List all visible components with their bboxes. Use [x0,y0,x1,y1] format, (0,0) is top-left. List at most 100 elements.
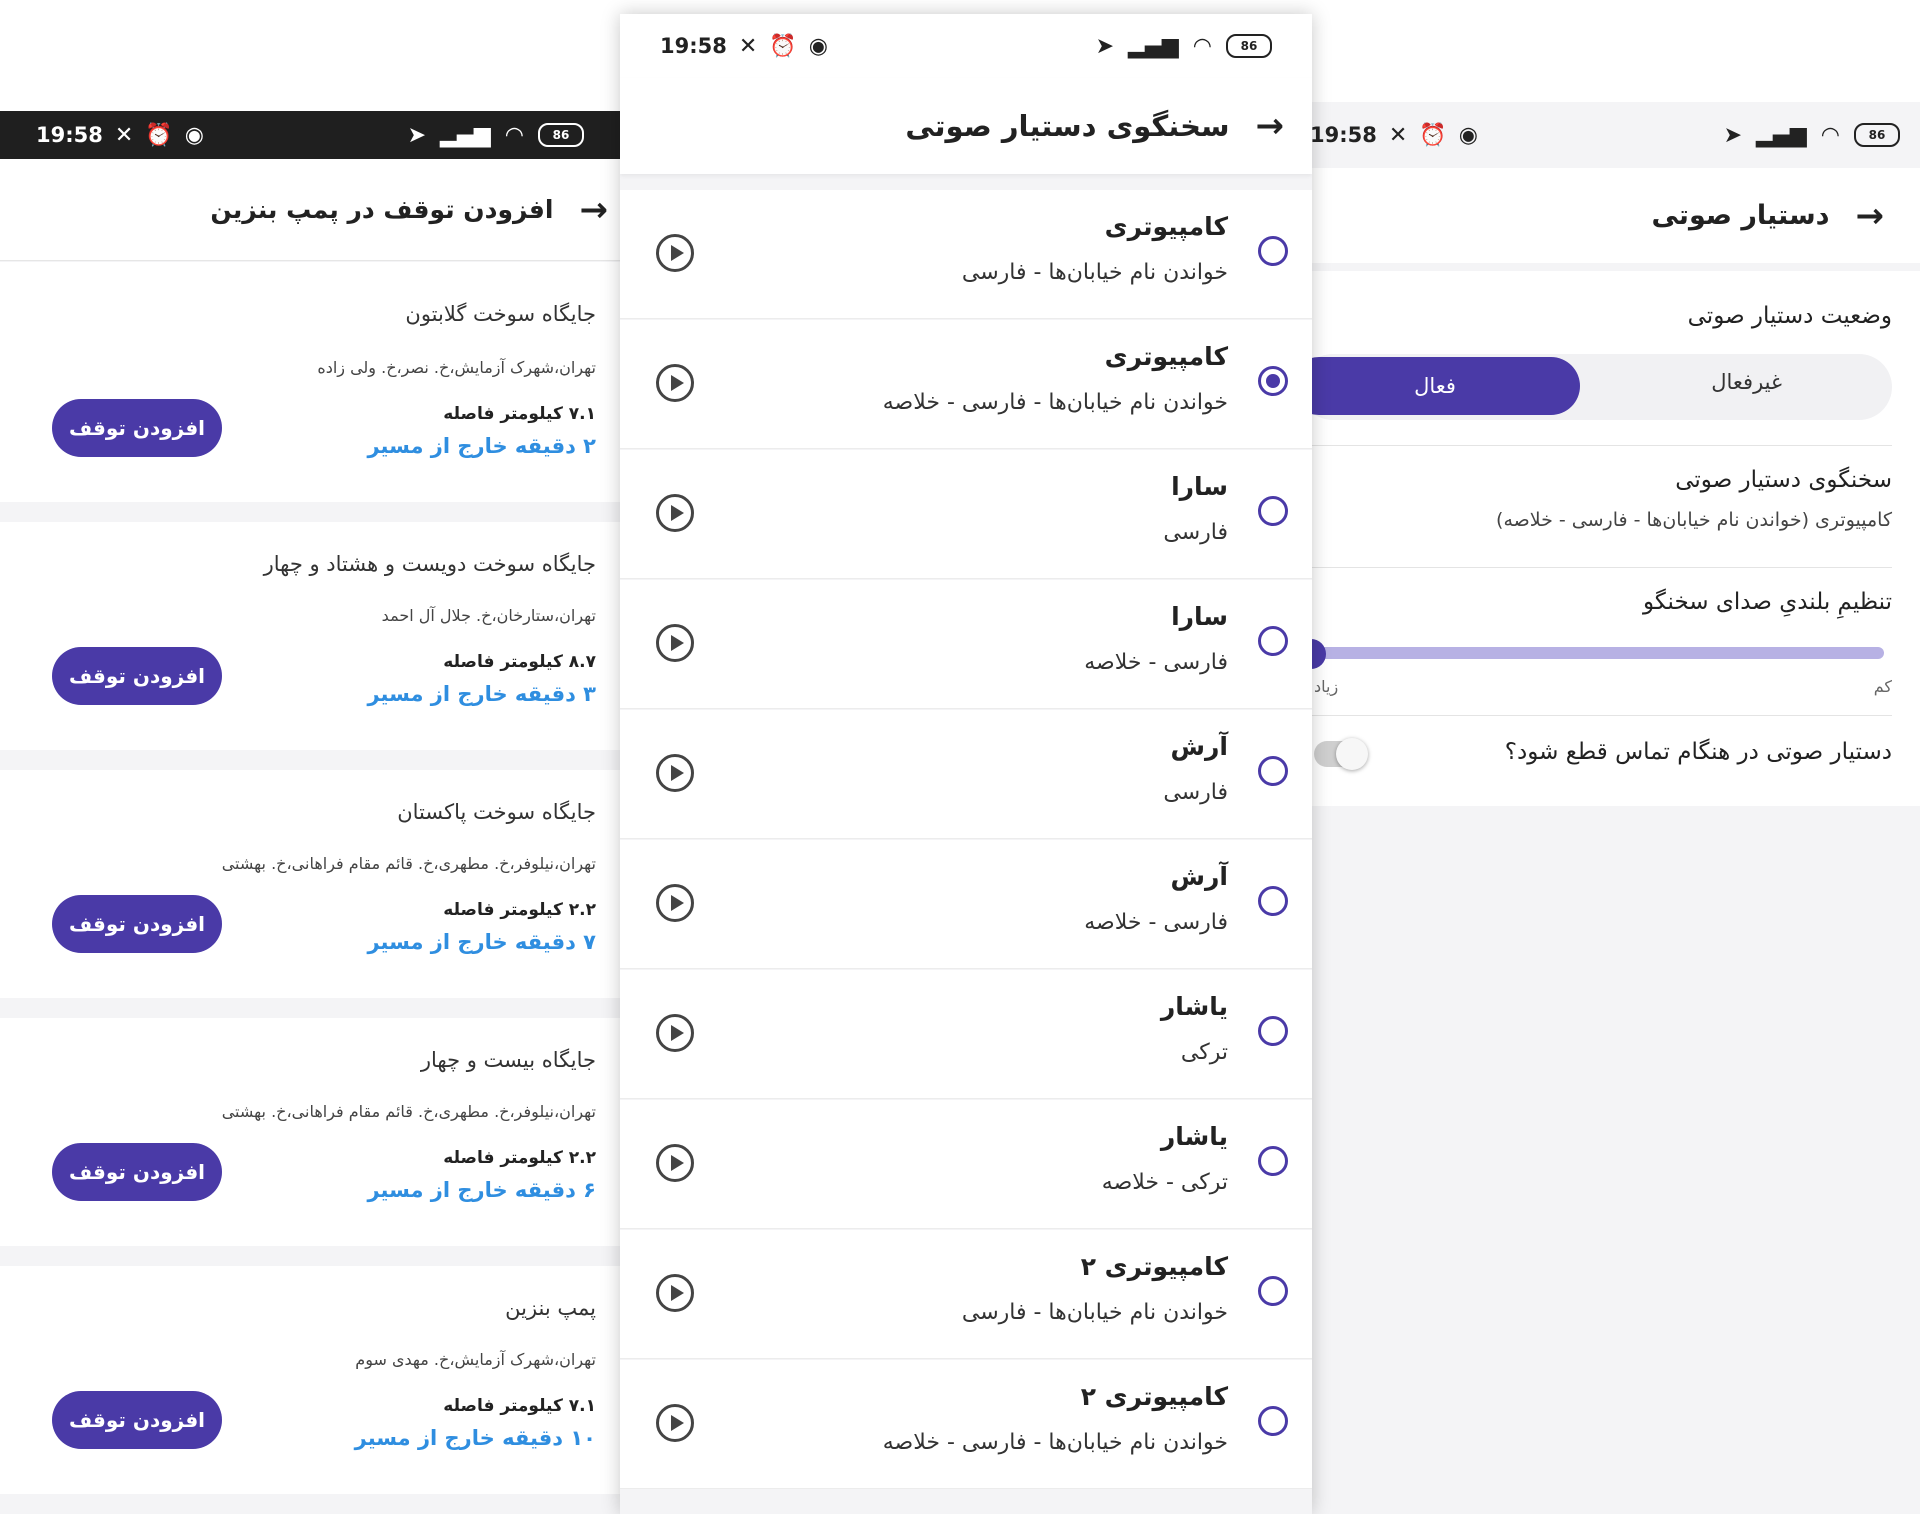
speaker-label[interactable]: سخنگوی دستیار صوتی [1675,467,1892,493]
voice-option[interactable]: کامپیوتری ۲ خواندن نام خیابان‌ها - فارسی [620,1230,1312,1359]
play-icon[interactable] [656,234,694,272]
volume-min-label: کم [1873,677,1892,696]
add-stop-button[interactable]: افزودن توقف [52,1391,222,1449]
segment-inactive[interactable]: غیرفعال [1711,370,1782,394]
voice-option[interactable]: کامپیوتری خواندن نام خیابان‌ها - فارسی [620,190,1312,319]
station-card: جایگاه سوخت پاکستان تهران،نیلوفر،خ. مطهر… [0,770,620,998]
voice-radio[interactable] [1258,1406,1288,1436]
voice-option[interactable]: کامپیوتری ۲ خواندن نام خیابان‌ها - فارسی… [620,1360,1312,1489]
voice-radio[interactable] [1258,496,1288,526]
play-icon[interactable] [656,884,694,922]
voice-description: ترکی - خلاصه [1101,1170,1228,1195]
voice-radio[interactable] [1258,886,1288,916]
play-icon[interactable] [656,494,694,532]
page-title: دستیار صوتی [1651,200,1830,231]
clock: 19:58 [1310,123,1377,147]
status-bar: 19:58 ✕ ⏰ ◉ ➤ ▂▄▆ ◠ 86 [1310,102,1920,168]
play-icon[interactable] [656,1144,694,1182]
voice-option[interactable]: سارا فارسی - خلاصه [620,580,1312,709]
back-arrow-icon[interactable]: → [1256,109,1285,143]
station-distance: ۷.۱ کیلومتر فاصله [443,404,596,424]
station-distance: ۲.۲ کیلومتر فاصله [443,1148,596,1168]
divider [1310,715,1892,716]
battery-icon: 86 [538,123,584,147]
station-name: پمپ بنزین [505,1296,596,1320]
location-icon: ➤ [407,122,427,148]
assistant-status-toggle[interactable]: غیرفعال فعال [1310,354,1892,420]
mute-icon: ✕ [738,33,758,59]
app-notification-icon: ◉ [808,33,828,59]
volume-slider-track[interactable] [1310,647,1884,659]
alarm-icon: ⏰ [769,33,797,59]
voice-assistant-screen: 19:58 ✕ ⏰ ◉ ➤ ▂▄▆ ◠ 86 دستیار صوتی → وضع… [1310,102,1920,1514]
clock: 19:58 [660,34,727,58]
mute-icon: ✕ [1388,122,1408,148]
add-stop-button[interactable]: افزودن توقف [52,647,222,705]
add-stop-button[interactable]: افزودن توقف [52,1143,222,1201]
volume-label: تنظیمِ بلندیِ صدای سخنگو [1642,589,1892,615]
battery-icon: 86 [1226,34,1272,58]
speaker-value[interactable]: کامپیوتری (خواندن نام خیابان‌ها - فارسی … [1496,509,1892,531]
station-card: پمپ بنزین تهران،شهرک آزمایش،خ. مهدی سوم … [0,1266,620,1494]
station-detour: ۱۰ دقیقه خارج از مسیر [354,1426,596,1450]
voice-speaker-screen: 19:58 ✕ ⏰ ◉ ➤ ▂▄▆ ◠ 86 سخنگوی دستیار صوت… [620,14,1312,1514]
voice-name: یاشار [1160,992,1228,1021]
voice-name: آرش [1170,862,1228,891]
status-bar: 19:58 ✕ ⏰ ◉ ➤ ▂▄▆ ◠ 86 [620,14,1312,78]
station-distance: ۲.۲ کیلومتر فاصله [443,900,596,920]
voice-radio[interactable] [1258,1276,1288,1306]
app-bar: افزودن توقف در پمپ بنزین → [0,159,620,261]
status-bar: 19:58 ✕ ⏰ ◉ ➤ ▂▄▆ ◠ 86 [0,111,620,159]
add-stop-button[interactable]: افزودن توقف [52,399,222,457]
location-icon: ➤ [1723,122,1743,148]
voice-option[interactable]: کامپیوتری خواندن نام خیابان‌ها - فارسی -… [620,320,1312,449]
station-name: جایگاه سوخت گلابتون [405,302,596,326]
play-icon[interactable] [656,1404,694,1442]
voice-option[interactable]: یاشار ترکی [620,970,1312,1099]
station-card: جایگاه سوخت گلابتون تهران،شهرک آزمایش،خ.… [0,262,620,502]
station-detour: ۲ دقیقه خارج از مسیر [367,434,596,458]
voice-radio[interactable] [1258,236,1288,266]
divider [1310,445,1892,446]
play-icon[interactable] [656,1014,694,1052]
voice-option[interactable]: یاشار ترکی - خلاصه [620,1100,1312,1229]
voice-name: یاشار [1160,1122,1228,1151]
alarm-icon: ⏰ [1419,122,1447,148]
voice-name: کامپیوتری ۲ [1080,1382,1228,1411]
volume-slider-thumb[interactable] [1310,639,1326,669]
station-detour: ۷ دقیقه خارج از مسیر [367,930,596,954]
call-mute-switch[interactable] [1314,738,1368,770]
voice-name: سارا [1171,602,1228,631]
add-stop-button[interactable]: افزودن توقف [52,895,222,953]
play-icon[interactable] [656,364,694,402]
signal-icon: ▂▄▆ [440,122,491,148]
voice-name: کامپیوتری [1104,212,1228,241]
voice-radio[interactable] [1258,756,1288,786]
voice-radio[interactable] [1258,1146,1288,1176]
switch-knob[interactable] [1336,738,1368,770]
voice-radio-selected[interactable] [1258,366,1288,396]
play-icon[interactable] [656,624,694,662]
back-arrow-icon[interactable]: → [580,193,609,227]
back-arrow-icon[interactable]: → [1856,199,1885,233]
voice-option[interactable]: آرش فارسی [620,710,1312,839]
voice-option[interactable]: آرش فارسی - خلاصه [620,840,1312,969]
segment-active[interactable]: فعال [1310,357,1580,415]
voice-name: سارا [1171,472,1228,501]
mute-icon: ✕ [114,122,134,148]
voice-radio[interactable] [1258,1016,1288,1046]
voice-list: کامپیوتری خواندن نام خیابان‌ها - فارسی ک… [620,190,1312,1490]
wifi-icon: ◠ [1192,33,1212,59]
play-icon[interactable] [656,1274,694,1312]
station-name: جایگاه سوخت دویست و هشتاد و چهار [263,552,596,576]
fuel-stop-screen: 19:58 ✕ ⏰ ◉ ➤ ▂▄▆ ◠ 86 افزودن توقف در پم… [0,111,620,1514]
signal-icon: ▂▄▆ [1756,122,1807,148]
settings-panel: وضعیت دستیار صوتی غیرفعال فعال سخنگوی دس… [1310,271,1920,806]
app-bar: سخنگوی دستیار صوتی → [620,78,1312,174]
station-card: جایگاه سوخت دویست و هشتاد و چهار تهران،س… [0,522,620,750]
voice-option[interactable]: سارا فارسی [620,450,1312,579]
play-icon[interactable] [656,754,694,792]
voice-radio[interactable] [1258,626,1288,656]
voice-name: آرش [1170,732,1228,761]
wifi-icon: ◠ [504,122,524,148]
